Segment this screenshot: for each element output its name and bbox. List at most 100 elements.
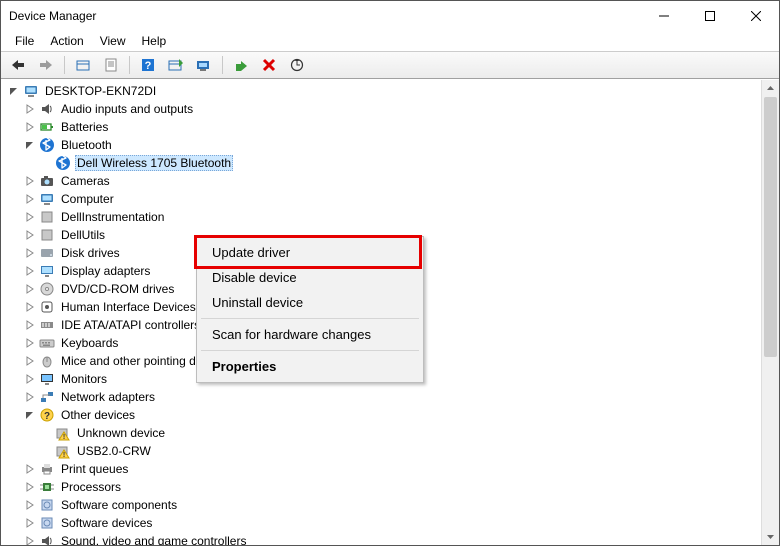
network-icon xyxy=(39,389,55,405)
computer-icon xyxy=(23,83,39,99)
scroll-up-button[interactable] xyxy=(762,80,779,97)
expand-toggle[interactable] xyxy=(23,174,37,188)
expand-toggle[interactable] xyxy=(23,318,37,332)
tree-item-label: USB2.0-CRW xyxy=(75,443,153,459)
tree-item[interactable]: Dell Wireless 1705 Bluetooth xyxy=(3,154,761,172)
monitor-icon xyxy=(39,371,55,387)
back-button[interactable] xyxy=(5,53,31,77)
expand-toggle[interactable] xyxy=(23,138,37,152)
expand-toggle[interactable] xyxy=(23,390,37,404)
tree-item-label: Dell Wireless 1705 Bluetooth xyxy=(75,155,233,171)
client-area: DESKTOP-EKN72DIAudio inputs and outputs B… xyxy=(1,79,779,545)
update-driver-toolbar-button[interactable] xyxy=(191,53,217,77)
expand-toggle[interactable] xyxy=(23,102,37,116)
keyboard-icon xyxy=(39,335,55,351)
legacy-add-button[interactable] xyxy=(163,53,189,77)
tree-item[interactable]: Network adapters xyxy=(3,388,761,406)
scan-hardware-button[interactable] xyxy=(284,53,310,77)
minimize-button[interactable] xyxy=(641,1,687,31)
menubar: File Action View Help xyxy=(1,31,779,51)
ctx-uninstall-device[interactable]: Uninstall device xyxy=(200,290,420,315)
tree-item[interactable]: Software devices xyxy=(3,514,761,532)
scroll-down-button[interactable] xyxy=(762,528,779,545)
tree-item[interactable]: Computer xyxy=(3,190,761,208)
tree-item[interactable]: Bluetooth xyxy=(3,136,761,154)
tree-root[interactable]: DESKTOP-EKN72DI xyxy=(3,82,761,100)
tree-item[interactable]: ?Other devices xyxy=(3,406,761,424)
expand-toggle xyxy=(39,426,53,440)
expand-toggle[interactable] xyxy=(23,228,37,242)
expand-toggle[interactable] xyxy=(7,84,21,98)
tree-item[interactable]: Software components xyxy=(3,496,761,514)
titlebar: Device Manager xyxy=(1,1,779,31)
camera-icon xyxy=(39,173,55,189)
device-manager-window: Device Manager File Action View Help ? D… xyxy=(0,0,780,546)
expand-toggle[interactable] xyxy=(23,462,37,476)
expand-toggle[interactable] xyxy=(23,372,37,386)
scroll-thumb[interactable] xyxy=(764,97,777,357)
show-hidden-button[interactable] xyxy=(70,53,96,77)
expand-toggle[interactable] xyxy=(23,534,37,545)
tree-item[interactable]: Cameras xyxy=(3,172,761,190)
mouse-icon xyxy=(39,353,55,369)
ctx-disable-device[interactable]: Disable device xyxy=(200,265,420,290)
expand-toggle[interactable] xyxy=(23,282,37,296)
help-button[interactable]: ? xyxy=(135,53,161,77)
expand-toggle xyxy=(39,156,53,170)
expand-toggle[interactable] xyxy=(23,264,37,278)
tree-item-label: Keyboards xyxy=(59,335,120,351)
expand-toggle[interactable] xyxy=(23,336,37,350)
properties-button[interactable] xyxy=(98,53,124,77)
uninstall-button[interactable] xyxy=(256,53,282,77)
menu-action[interactable]: Action xyxy=(42,32,91,50)
vertical-scrollbar[interactable] xyxy=(761,80,779,545)
menu-help[interactable]: Help xyxy=(134,32,175,50)
toolbar-separator xyxy=(64,56,65,74)
tree-item[interactable]: Print queues xyxy=(3,460,761,478)
tree-item-label: Cameras xyxy=(59,173,112,189)
maximize-button[interactable] xyxy=(687,1,733,31)
system-buttons xyxy=(641,1,779,31)
expand-toggle[interactable] xyxy=(23,480,37,494)
expand-toggle[interactable] xyxy=(23,300,37,314)
bluetooth-icon xyxy=(55,155,71,171)
expand-toggle[interactable] xyxy=(23,210,37,224)
toolbar: ? xyxy=(1,51,779,79)
tree-item[interactable]: !USB2.0-CRW xyxy=(3,442,761,460)
bluetooth-icon xyxy=(39,137,55,153)
expand-toggle[interactable] xyxy=(23,246,37,260)
tree-item-label: Network adapters xyxy=(59,389,157,405)
svg-text:?: ? xyxy=(145,60,152,72)
expand-toggle[interactable] xyxy=(23,498,37,512)
enable-device-button[interactable] xyxy=(228,53,254,77)
tree-item-label: Audio inputs and outputs xyxy=(59,101,195,117)
software-icon xyxy=(39,497,55,513)
expand-toggle[interactable] xyxy=(23,354,37,368)
warn-icon: ! xyxy=(55,443,71,459)
tree-item[interactable]: Processors xyxy=(3,478,761,496)
expand-toggle[interactable] xyxy=(23,192,37,206)
expand-toggle[interactable] xyxy=(23,408,37,422)
svg-text:?: ? xyxy=(44,411,50,422)
tree-item-label: Display adapters xyxy=(59,263,152,279)
close-button[interactable] xyxy=(733,1,779,31)
tree-item-label: Batteries xyxy=(59,119,110,135)
ctx-update-driver[interactable]: Update driver xyxy=(200,240,420,265)
tree-item-label: DellUtils xyxy=(59,227,107,243)
expand-toggle[interactable] xyxy=(23,516,37,530)
tree-item[interactable]: Sound, video and game controllers xyxy=(3,532,761,545)
tree-item-label: DellInstrumentation xyxy=(59,209,166,225)
tree-item[interactable]: DellInstrumentation xyxy=(3,208,761,226)
tree-item[interactable]: Audio inputs and outputs xyxy=(3,100,761,118)
tree-item[interactable]: Batteries xyxy=(3,118,761,136)
tree-item-label: Software components xyxy=(59,497,179,513)
ctx-properties[interactable]: Properties xyxy=(200,354,420,379)
audio-icon xyxy=(39,533,55,545)
forward-button[interactable] xyxy=(33,53,59,77)
menu-file[interactable]: File xyxy=(7,32,42,50)
menu-view[interactable]: View xyxy=(92,32,134,50)
tree-item-label: Software devices xyxy=(59,515,154,531)
expand-toggle[interactable] xyxy=(23,120,37,134)
ctx-scan-hardware[interactable]: Scan for hardware changes xyxy=(200,322,420,347)
tree-item[interactable]: !Unknown device xyxy=(3,424,761,442)
